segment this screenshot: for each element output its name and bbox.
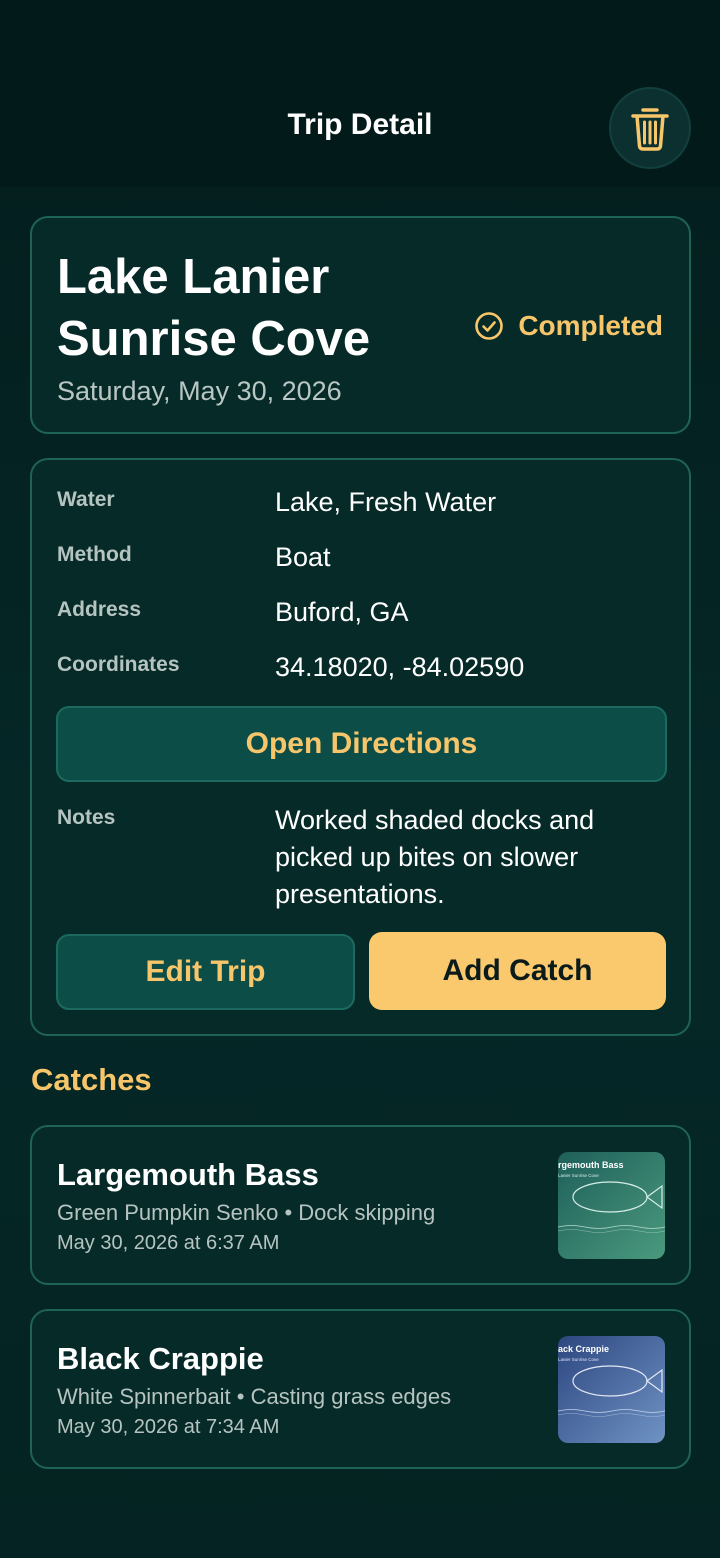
method-value: Boat	[275, 542, 331, 572]
catch-photo-thumbnail: rgemouth Bass Lanier Sunrise Cove	[558, 1152, 665, 1259]
trip-detail-screen: Trip Detail Lake Lanier Sunrise Cove Sat…	[0, 0, 720, 1558]
trash-icon	[631, 108, 669, 151]
thumb-subcaption: Lanier Sunrise Cove	[558, 1173, 599, 1178]
coordinates-value: 34.18020, -84.02590	[275, 652, 525, 682]
delete-trip-button[interactable]	[609, 87, 691, 169]
catch-details: Green Pumpkin Senko • Dock skipping	[57, 1200, 436, 1225]
trip-summary-card: Lake Lanier Sunrise Cove Saturday, May 3…	[30, 216, 691, 434]
catch-species: Largemouth Bass	[57, 1157, 319, 1192]
thumb-caption: rgemouth Bass	[558, 1160, 624, 1170]
address-value: Buford, GA	[275, 597, 409, 627]
method-label: Method	[57, 543, 132, 566]
thumb-subcaption: Lanier Sunrise Cove	[558, 1357, 599, 1362]
catch-time: May 30, 2026 at 7:34 AM	[57, 1416, 280, 1438]
catches-section-title: Catches	[31, 1062, 152, 1097]
catch-card[interactable]: Black Crappie White Spinnerbait • Castin…	[30, 1309, 691, 1469]
notes-value: Worked shaded docks and picked up bites …	[275, 805, 595, 909]
catch-details: White Spinnerbait • Casting grass edges	[57, 1384, 452, 1409]
open-directions-button[interactable]: Open Directions	[56, 706, 667, 782]
trip-details-card: Water Lake, Fresh Water Method Boat Addr…	[30, 458, 691, 1036]
check-circle-icon	[475, 312, 504, 340]
status-badge: Completed	[474, 310, 663, 342]
status-label: Completed	[518, 310, 663, 341]
nav-bar: Trip Detail	[0, 0, 720, 187]
trip-date: Saturday, May 30, 2026	[57, 376, 342, 406]
address-label: Address	[57, 598, 142, 621]
notes-label: Notes	[57, 806, 116, 829]
thumb-caption: ack Crappie	[558, 1344, 609, 1354]
add-catch-button[interactable]: Add Catch	[369, 932, 666, 1010]
catch-photo-thumbnail: ack Crappie Lanier Sunrise Cove	[558, 1336, 665, 1443]
catch-card[interactable]: Largemouth Bass Green Pumpkin Senko • Do…	[30, 1125, 691, 1285]
catch-time: May 30, 2026 at 6:37 AM	[57, 1232, 280, 1254]
water-label: Water	[57, 488, 115, 511]
water-value: Lake, Fresh Water	[275, 487, 497, 517]
catch-species: Black Crappie	[57, 1341, 264, 1376]
coordinates-label: Coordinates	[57, 653, 180, 676]
trip-name: Lake Lanier Sunrise Cove	[57, 250, 371, 366]
edit-trip-button[interactable]: Edit Trip	[56, 934, 355, 1010]
